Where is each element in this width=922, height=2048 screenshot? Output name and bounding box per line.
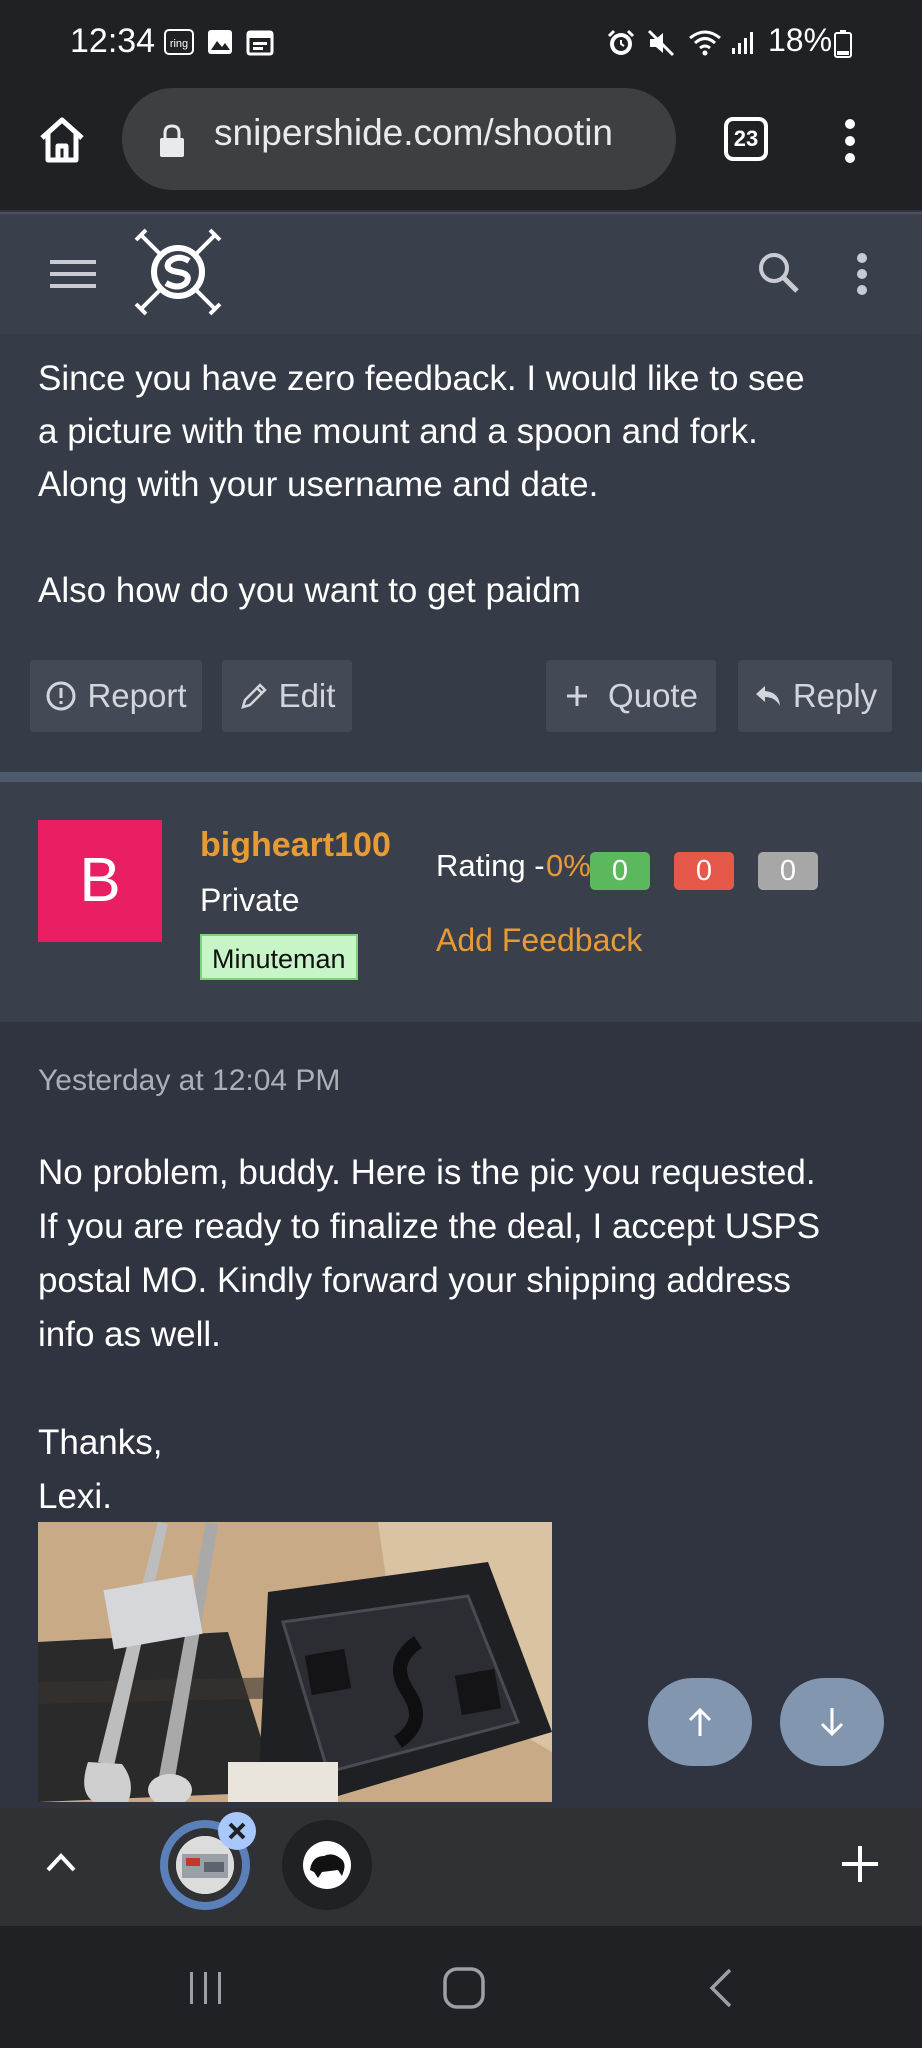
hamburger-menu-icon[interactable] xyxy=(50,258,96,290)
post-divider xyxy=(0,772,922,782)
post-line: Lexi. xyxy=(38,1477,112,1516)
close-tab-icon[interactable] xyxy=(218,1812,256,1850)
url-text[interactable]: snipershide.com/shootin xyxy=(214,112,662,154)
arrow-down-icon xyxy=(820,1708,844,1737)
post-body: Since you have zero feedback. I would li… xyxy=(38,352,898,617)
lock-icon xyxy=(158,124,186,158)
quote-label: Quote xyxy=(608,677,698,714)
ring-icon: ring xyxy=(164,28,194,56)
plus-icon xyxy=(567,686,588,706)
avatar[interactable]: B xyxy=(38,820,162,942)
plus-icon[interactable] xyxy=(840,1844,880,1884)
scroll-bottom-button[interactable] xyxy=(780,1678,884,1766)
site-more-vert-icon[interactable] xyxy=(852,252,872,296)
rating-negative-count: 0 xyxy=(674,852,734,890)
post-attachment-image[interactable] xyxy=(38,1522,552,1802)
post-line xyxy=(38,1362,908,1416)
report-label: Report xyxy=(87,677,187,714)
nav-home-icon[interactable] xyxy=(442,1966,486,2010)
signal-icon xyxy=(730,28,758,56)
reply-arrow-icon xyxy=(755,686,780,706)
rating-label: Rating - xyxy=(436,848,545,883)
post-line: Thanks, xyxy=(38,1423,163,1462)
edit-button[interactable]: Edit xyxy=(222,660,352,732)
battery-icon xyxy=(834,30,862,58)
reply-button[interactable]: Reply xyxy=(738,660,892,732)
post-line: postal MO. Kindly forward your shipping … xyxy=(38,1261,791,1300)
rating-neutral-count: 0 xyxy=(758,852,818,890)
svg-text:ring: ring xyxy=(170,38,188,50)
rating-percent: 0% xyxy=(546,848,591,883)
reply-label: Reply xyxy=(792,677,878,714)
alarm-icon xyxy=(606,28,635,56)
post-line: Along with your username and date. xyxy=(38,465,599,504)
report-button[interactable]: Report xyxy=(30,660,202,732)
home-icon[interactable] xyxy=(36,114,88,166)
post-line: a picture with the mount and a spoon and… xyxy=(38,412,758,451)
post-line: Since you have zero feedback. I would li… xyxy=(38,359,805,398)
back-icon[interactable] xyxy=(706,1966,736,2010)
edit-label: Edit xyxy=(278,677,336,714)
site-logo[interactable] xyxy=(134,228,222,316)
rating-positive-count: 0 xyxy=(590,852,650,890)
tab-switcher-button[interactable]: 23 xyxy=(724,117,768,161)
user-badge: Minuteman xyxy=(200,934,358,980)
post-line: If you are ready to finalize the deal, I… xyxy=(38,1207,821,1246)
pencil-icon xyxy=(240,683,267,709)
post-line: Also how do you want to get paidm xyxy=(38,571,581,610)
username-link[interactable]: bigheart100 xyxy=(200,826,391,865)
battery-percent: 18% xyxy=(768,22,833,58)
image-icon xyxy=(206,28,234,56)
tab-thumbnail[interactable] xyxy=(282,1820,372,1910)
add-feedback-link[interactable]: Add Feedback xyxy=(436,922,642,959)
post-body: No problem, buddy. Here is the pic you r… xyxy=(38,1146,908,1524)
status-time: 12:34 xyxy=(70,22,156,60)
post-date-link[interactable]: Yesterday at 12:04 PM xyxy=(38,1064,340,1098)
chevron-up-icon[interactable] xyxy=(44,1850,78,1874)
wifi-icon xyxy=(688,28,721,56)
tab-group-strip xyxy=(0,1808,922,1926)
post-line: info as well. xyxy=(38,1315,221,1354)
calendar-icon xyxy=(246,28,274,56)
post-line xyxy=(38,511,898,564)
recents-icon[interactable] xyxy=(186,1970,226,2006)
user-title: Private xyxy=(200,882,300,918)
more-vert-icon[interactable] xyxy=(838,116,862,166)
quote-button[interactable]: Quote xyxy=(546,660,716,732)
post-line: No problem, buddy. Here is the pic you r… xyxy=(38,1153,816,1192)
alert-circle-icon xyxy=(46,681,76,711)
search-icon[interactable] xyxy=(756,250,800,294)
arrow-up-icon xyxy=(688,1707,712,1736)
scroll-top-button[interactable] xyxy=(648,1678,752,1766)
mute-icon xyxy=(646,28,675,57)
